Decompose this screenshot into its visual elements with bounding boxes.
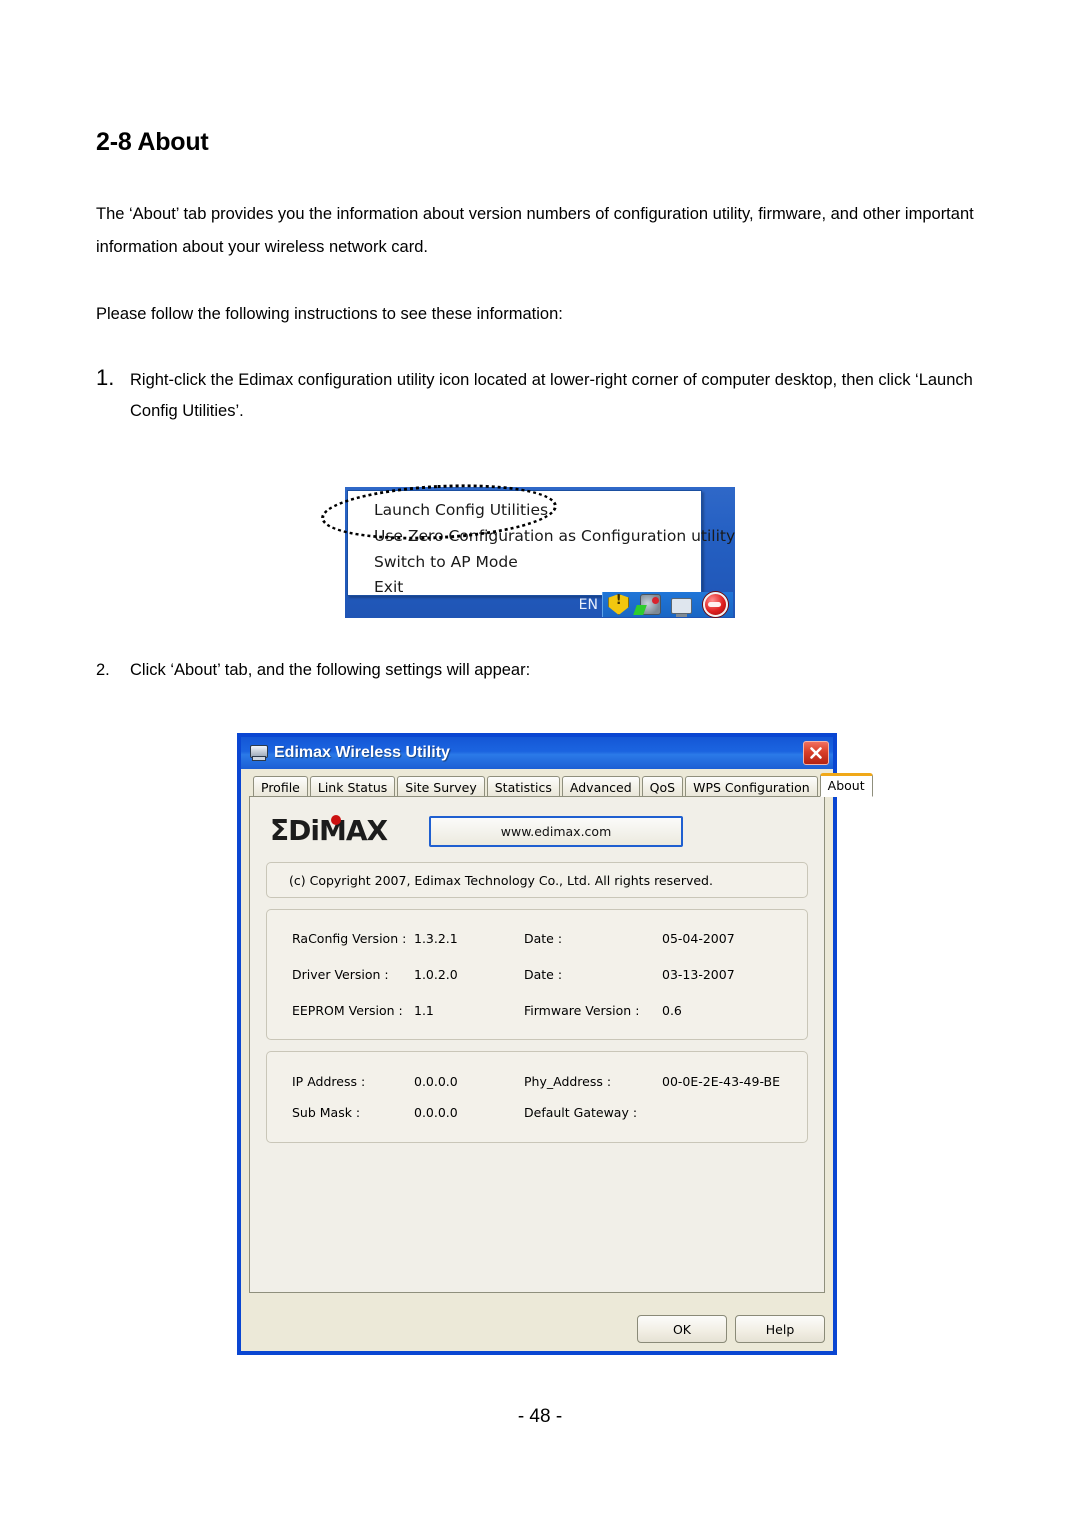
intro-paragraph: The ‘About’ tab provides you the informa… [96,205,974,256]
driver-date-value: 03-13-2007 [662,967,735,982]
monitor-icon [249,745,268,761]
step-2: 2. Click ‘About’ tab, and the following … [96,655,988,686]
shield-warning-icon[interactable] [608,594,630,615]
tab-about[interactable]: About [819,773,873,797]
menu-item-launch-config-utilities[interactable]: Launch Config Utilities [374,502,548,518]
tab-profile[interactable]: Profile [253,776,308,798]
eeprom-version-label: EEPROM Version : [292,1003,403,1018]
raconfig-version-label: RaConfig Version : [292,931,407,946]
raconfig-date-value: 05-04-2007 [662,931,735,946]
tab-site-survey[interactable]: Site Survey [397,776,485,798]
close-icon[interactable] [803,741,829,765]
tray-context-menu-figure: Launch Config Utilities Use Zero Configu… [319,478,735,618]
step-1: 1. Right-click the Edimax configuration … [96,365,988,427]
edimax-website-button[interactable]: www.edimax.com [429,815,683,847]
ok-button[interactable]: OK [637,1315,727,1343]
page-title: 2-8 About [96,128,209,156]
firmware-version-value: 0.6 [662,1003,682,1018]
version-info-grid: RaConfig Version : 1.3.2.1 Date : 05-04-… [267,920,807,1029]
follow-paragraph: Please follow the following instructions… [96,305,563,323]
firmware-version-label: Firmware Version : [524,1003,640,1018]
tab-link-status[interactable]: Link Status [309,776,396,798]
system-tray [602,592,733,617]
version-info-box: RaConfig Version : 1.3.2.1 Date : 05-04-… [266,909,808,1040]
step-2-text: Click ‘About’ tab, and the following set… [130,661,531,679]
driver-version-label: Driver Version : [292,967,389,982]
step-1-number: 1. [96,365,115,390]
edimax-logo: ΣDiMAX [270,814,412,848]
language-indicator[interactable]: EN [579,597,598,613]
menu-item-use-zero-configuration[interactable]: Use Zero Configuration as Configuration … [374,528,735,544]
windows-taskbar: Launch Config Utilities Use Zero Configu… [319,478,735,618]
menu-item-exit[interactable]: Exit [374,579,403,595]
sub-mask-label: Sub Mask : [292,1105,361,1120]
step-2-number: 2. [96,661,110,679]
eeprom-version-value: 1.1 [414,1003,434,1018]
driver-date-label: Date : [524,967,563,982]
edimax-wireless-utility-window: Edimax Wireless Utility Profile Link Sta… [237,733,873,1355]
copyright-text: (c) Copyright 2007, Edimax Technology Co… [289,872,713,888]
dialog-footer: OK Help [637,1315,825,1343]
window-title: Edimax Wireless Utility [274,744,450,761]
ip-address-value: 0.0.0.0 [414,1074,458,1089]
help-button[interactable]: Help [735,1315,825,1343]
window-body: Profile Link Status Site Survey Statisti… [241,769,873,1351]
network-connection-icon[interactable] [639,594,661,615]
document-page: 2-8 About The ‘About’ tab provides you t… [0,0,1080,1528]
about-tab-panel: ΣDiMAX www.edimax.com (c) Copyright 2007… [249,796,825,1293]
menu-item-switch-to-ap-mode[interactable]: Switch to AP Mode [374,554,518,570]
default-gateway-label: Default Gateway : [524,1105,638,1120]
raconfig-date-label: Date : [524,931,563,946]
driver-version-value: 1.0.2.0 [414,967,458,982]
monitor-icon[interactable] [671,597,693,617]
ip-address-label: IP Address : [292,1074,366,1089]
tab-qos[interactable]: QoS [641,776,684,798]
phy-address-value: 00-0E-2E-43-49-BE [662,1074,780,1089]
logo-red-dot-icon [331,815,341,825]
tab-statistics[interactable]: Statistics [486,776,560,798]
network-info-grid: IP Address : 0.0.0.0 Phy_Address : 00-0E… [267,1062,807,1132]
step-1-text: Right-click the Edimax configuration uti… [130,371,973,420]
tab-advanced[interactable]: Advanced [561,776,640,798]
brand-row: ΣDiMAX www.edimax.com [266,811,808,851]
sub-mask-value: 0.0.0.0 [414,1105,458,1120]
raconfig-version-value: 1.3.2.1 [414,931,458,946]
phy-address-label: Phy_Address : [524,1074,612,1089]
tab-wps-configuration[interactable]: WPS Configuration [685,776,818,798]
context-menu[interactable]: Launch Config Utilities Use Zero Configu… [319,478,735,596]
edimax-logo-text: ΣDiMAX [270,814,388,847]
network-info-box: IP Address : 0.0.0.0 Phy_Address : 00-0E… [266,1051,808,1143]
page-number: - 48 - [517,1406,563,1427]
edimax-utility-icon[interactable] [702,592,728,617]
tab-bar: Profile Link Status Site Survey Statisti… [253,773,873,798]
copyright-box: (c) Copyright 2007, Edimax Technology Co… [266,862,808,898]
title-bar: Edimax Wireless Utility [241,737,833,769]
